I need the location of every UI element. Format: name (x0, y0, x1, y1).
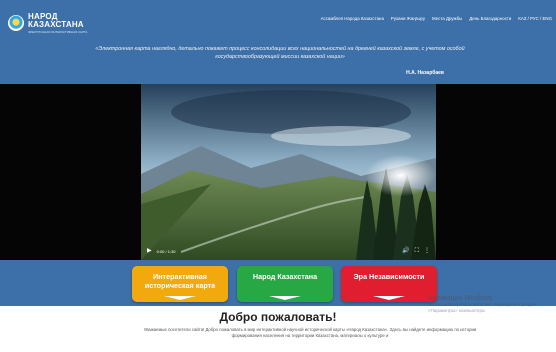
fullscreen-icon[interactable]: ⛶ (415, 248, 419, 254)
chevron-down-icon (373, 296, 405, 300)
card-independence-era[interactable]: Эра Независимости (341, 266, 437, 302)
nav-item-friendship[interactable]: Места Дружбы (432, 16, 462, 21)
chevron-down-icon (164, 296, 196, 300)
windows-activation-watermark: Активация Windows Чтобы активировать Win… (428, 295, 556, 314)
video-section: ▶ 0:00 / 1:30 🔊 ⛶ ⋮ (0, 84, 556, 260)
language-switcher[interactable]: КАЗ / РУС / ENG (518, 16, 552, 21)
quote-author: Н.А. Назарбаев (406, 70, 444, 76)
site-header: НАРОД КАЗАХСТАНА ЭЛЕКТРОННАЯ ИНТЕРАКТИВН… (0, 0, 556, 84)
emblem-icon (8, 15, 24, 31)
watermark-text: Чтобы активировать Windows, перейдите в … (428, 302, 537, 313)
nav-item-assembly[interactable]: Ассамблея Народа Казахстана (321, 16, 384, 21)
volume-icon[interactable]: 🔊 (402, 248, 409, 254)
card-label: Народ Казахстана (252, 272, 318, 281)
chevron-down-icon (269, 296, 301, 300)
video-player[interactable]: ▶ 0:00 / 1:30 🔊 ⛶ ⋮ (141, 84, 436, 260)
logo-subtitle: ЭЛЕКТРОННАЯ ИНТЕРАКТИВНАЯ КАРТА (28, 29, 88, 34)
landscape-video-frame (141, 84, 436, 260)
site-logo[interactable]: НАРОД КАЗАХСТАНА ЭЛЕКТРОННАЯ ИНТЕРАКТИВН… (8, 12, 108, 34)
card-label: Эра Независимости (353, 272, 425, 281)
video-time: 0:00 / 1:30 (156, 248, 176, 254)
welcome-text: Уважаемые посетители сайта! Добро пожало… (143, 327, 477, 339)
logo-title: НАРОД КАЗАХСТАНА (28, 11, 84, 29)
card-people-of-kazakhstan[interactable]: Народ Казахстана (237, 266, 333, 302)
card-interactive-map[interactable]: Интерактивная историческая карта (132, 266, 228, 302)
nazarbayev-quote: «Электронная карта наглядно, детально по… (95, 46, 465, 61)
card-label: Интерактивная историческая карта (144, 272, 216, 290)
main-nav: Ассамблея Народа Казахстана Рухани Жаңғы… (321, 16, 552, 21)
play-icon[interactable]: ▶ (147, 248, 152, 254)
logo-text: НАРОД КАЗАХСТАНА ЭЛЕКТРОННАЯ ИНТЕРАКТИВН… (28, 11, 108, 34)
video-controls: ▶ 0:00 / 1:30 🔊 ⛶ ⋮ (141, 242, 436, 260)
watermark-title: Активация Windows (428, 295, 493, 302)
nav-item-gratitude-day[interactable]: День Благодарности (469, 16, 511, 21)
more-options-icon[interactable]: ⋮ (424, 248, 430, 254)
nav-item-rukhani[interactable]: Рухани Жаңғыру (391, 16, 425, 21)
